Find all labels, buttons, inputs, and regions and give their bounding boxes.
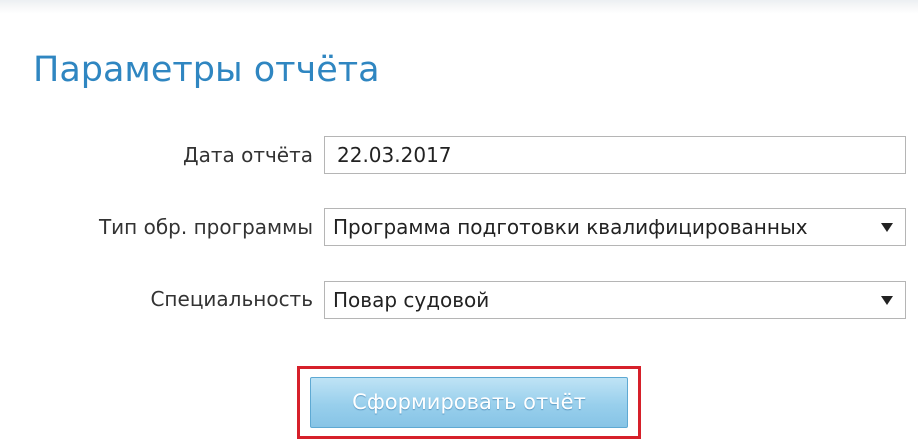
report-date-value: 22.03.2017 <box>337 143 452 167</box>
top-shadow <box>0 0 918 14</box>
program-type-select[interactable]: Программа подготовки квалифицированных <box>324 208 906 246</box>
specialty-label: Специальность <box>150 287 313 311</box>
page-title: Параметры отчёта <box>33 50 380 90</box>
chevron-down-icon <box>881 223 893 232</box>
report-parameters-page: Параметры отчёта Дата отчёта 22.03.2017 … <box>0 0 918 444</box>
report-date-input[interactable]: 22.03.2017 <box>324 136 906 174</box>
program-type-label: Тип обр. программы <box>98 215 313 239</box>
specialty-value: Повар судовой <box>333 288 490 312</box>
generate-report-button[interactable]: Сформировать отчёт <box>310 377 628 428</box>
specialty-select[interactable]: Повар судовой <box>324 281 906 319</box>
highlight-frame: Сформировать отчёт <box>297 366 641 439</box>
report-date-label: Дата отчёта <box>182 143 313 167</box>
program-type-value: Программа подготовки квалифицированных <box>333 215 808 239</box>
chevron-down-icon <box>881 296 893 305</box>
